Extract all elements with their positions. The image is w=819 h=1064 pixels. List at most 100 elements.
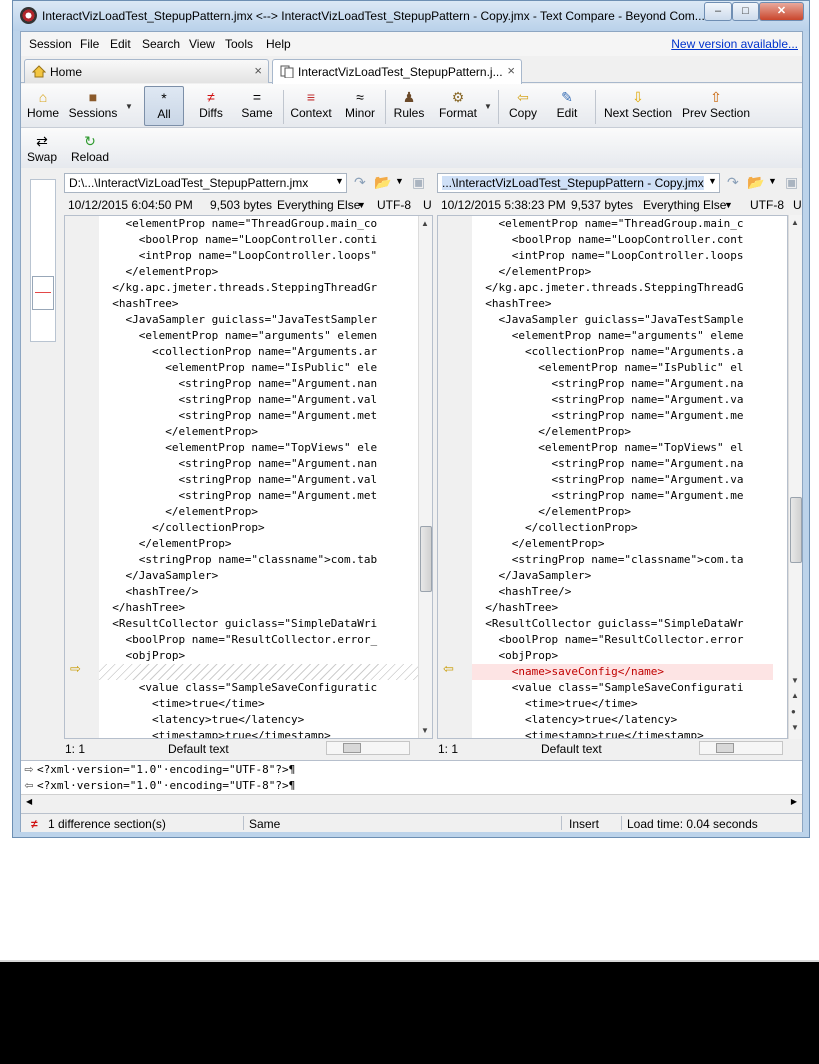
- left-code-pane[interactable]: ⇨ <elementProp name="ThreadGroup.main_co…: [64, 215, 433, 739]
- next-file-icon[interactable]: ↷: [727, 174, 739, 191]
- context-button[interactable]: ≡ Context: [287, 86, 335, 126]
- left-cursor-position: 1: 1: [65, 742, 86, 756]
- new-version-link[interactable]: New version available...: [671, 37, 798, 51]
- save-icon[interactable]: ▣: [412, 174, 425, 191]
- arrow-left-icon[interactable]: ⇦: [443, 661, 454, 677]
- menu-file[interactable]: File: [80, 37, 99, 51]
- chevron-down-icon[interactable]: ▼: [724, 200, 733, 210]
- menu-session[interactable]: Session: [29, 37, 72, 51]
- reload-button[interactable]: ↻ Reload: [69, 130, 111, 170]
- status-separator: [561, 816, 562, 830]
- same-filter-button[interactable]: = Same: [237, 86, 277, 126]
- scroll-left-icon[interactable]: ◀: [26, 797, 32, 806]
- code-line: </kg.apc.jmeter.threads.SteppingThreadG: [472, 281, 744, 294]
- code-line: </elementProp>: [99, 537, 232, 550]
- right-code-pane[interactable]: ⇦ <elementProp name="ThreadGroup.main_c …: [437, 215, 788, 739]
- code-line: <stringProp name="Argument.met: [99, 489, 378, 502]
- tab-close-icon[interactable]: ×: [254, 63, 262, 78]
- code-line: </elementProp>: [472, 265, 592, 278]
- secondary-toolbar: ⇄ Swap ↻ Reload: [21, 128, 802, 168]
- scroll-down-icon[interactable]: ▼: [421, 726, 429, 735]
- right-path-input[interactable]: ...\InteractVizLoadTest_StepupPattern - …: [437, 173, 720, 193]
- chevron-down-icon[interactable]: ▼: [768, 176, 777, 186]
- chevron-down-icon[interactable]: ▼: [395, 176, 404, 186]
- chevron-down-icon[interactable]: ▼: [708, 176, 717, 186]
- right-encoding[interactable]: UTF-8: [750, 198, 784, 212]
- line-details-pane[interactable]: ⇨ <?xml·version="1.0"·encoding="UTF-8"?>¶…: [21, 760, 802, 794]
- thumbnail-overview[interactable]: [30, 179, 56, 342]
- left-file-date: 10/12/2015 6:04:50 PM: [68, 198, 193, 212]
- left-horizontal-scrollbar[interactable]: [326, 741, 410, 755]
- scroll-right-icon[interactable]: ▶: [791, 797, 797, 806]
- left-scroll-thumb[interactable]: [420, 526, 432, 592]
- code-line: <hashTree/>: [472, 585, 572, 598]
- app-window: InteractVizLoadTest_StepupPattern.jmx <-…: [12, 0, 810, 838]
- tab-home[interactable]: Home ×: [24, 59, 269, 83]
- scroll-up-icon[interactable]: ▲: [421, 219, 429, 228]
- next-section-button[interactable]: ⇩ Next Section: [599, 86, 677, 126]
- edit-button[interactable]: ✎ Edit: [549, 86, 585, 126]
- rules-button[interactable]: ♟ Rules: [389, 86, 429, 126]
- detail-horizontal-scrollbar[interactable]: ◀ ▶: [21, 794, 802, 811]
- code-line: <hashTree>: [472, 297, 552, 310]
- load-time-status: Load time: 0.04 seconds: [627, 817, 758, 831]
- status-bar: ≠ 1 difference section(s) Same Insert Lo…: [21, 813, 802, 832]
- close-button[interactable]: ✕: [759, 2, 804, 21]
- code-line: <stringProp name="Argument.na: [472, 377, 744, 390]
- title-bar[interactable]: InteractVizLoadTest_StepupPattern.jmx <-…: [13, 1, 809, 31]
- code-line: </kg.apc.jmeter.threads.SteppingThreadGr: [99, 281, 378, 294]
- chevron-down-icon[interactable]: ▼: [335, 176, 344, 186]
- prev-diff-icon[interactable]: ▲: [791, 691, 799, 700]
- left-vertical-scrollbar[interactable]: ▲ ▼: [418, 216, 432, 738]
- text-compare-icon: [280, 65, 294, 78]
- tab-text-compare[interactable]: InteractVizLoadTest_StepupPattern.j... ×: [272, 59, 522, 84]
- menu-tools[interactable]: Tools: [225, 37, 253, 51]
- format-button[interactable]: ⚙ Format: [433, 86, 483, 126]
- tab-label: Home: [50, 65, 83, 79]
- scroll-down-icon[interactable]: ▼: [791, 676, 799, 685]
- code-line: </collectionProp>: [99, 521, 265, 534]
- menu-search[interactable]: Search: [142, 37, 180, 51]
- not-equal-icon: ≠: [31, 817, 38, 831]
- next-file-icon[interactable]: ↷: [354, 174, 366, 191]
- next-diff-icon[interactable]: ▼: [791, 723, 799, 732]
- thumbnail-viewport[interactable]: [32, 276, 54, 310]
- home-button[interactable]: ⌂ Home: [25, 86, 61, 126]
- minor-button[interactable]: ≈ Minor: [339, 86, 381, 126]
- open-folder-icon[interactable]: 📂: [747, 174, 764, 191]
- tab-close-icon[interactable]: ×: [507, 63, 515, 78]
- current-diff-icon[interactable]: ●: [791, 707, 796, 716]
- diffs-filter-button[interactable]: ≠ Diffs: [191, 86, 231, 126]
- copy-button[interactable]: ⇦ Copy: [503, 86, 543, 126]
- insert-mode-status: Insert: [569, 817, 600, 831]
- right-scroll-thumb[interactable]: [790, 497, 802, 563]
- menu-help[interactable]: Help: [266, 37, 291, 51]
- minimize-button[interactable]: –: [704, 2, 732, 21]
- chevron-down-icon[interactable]: ▼: [125, 102, 133, 111]
- chevron-down-icon[interactable]: ▼: [357, 200, 366, 210]
- asterisk-icon: *: [161, 90, 167, 106]
- code-line: <JavaSampler guiclass="JavaTestSample: [472, 313, 744, 326]
- sessions-button[interactable]: ■ Sessions: [65, 86, 121, 126]
- swap-button[interactable]: ⇄ Swap: [25, 130, 59, 170]
- left-hscroll-thumb[interactable]: [343, 743, 361, 753]
- right-horizontal-scrollbar[interactable]: [699, 741, 783, 755]
- menu-edit[interactable]: Edit: [110, 37, 131, 51]
- prev-section-button[interactable]: ⇧ Prev Section: [679, 86, 753, 126]
- chevron-down-icon[interactable]: ▼: [484, 102, 492, 111]
- left-filter-select[interactable]: Everything Else: [277, 198, 360, 212]
- open-folder-icon[interactable]: 📂: [374, 174, 391, 191]
- left-encoding[interactable]: UTF-8: [377, 198, 411, 212]
- save-icon[interactable]: ▣: [785, 174, 798, 191]
- all-filter-button[interactable]: * All: [144, 86, 184, 126]
- right-vertical-scrollbar[interactable]: ▲ ▼ ▲ ● ▼: [788, 215, 802, 739]
- code-line: <hashTree>: [99, 297, 179, 310]
- right-hscroll-thumb[interactable]: [716, 743, 734, 753]
- left-path-input[interactable]: D:\...\InteractVizLoadTest_StepupPattern…: [64, 173, 347, 193]
- edit-icon: ✎: [561, 89, 573, 105]
- menu-view[interactable]: View: [189, 37, 215, 51]
- arrow-right-icon[interactable]: ⇨: [70, 661, 81, 677]
- scroll-up-icon[interactable]: ▲: [791, 218, 799, 227]
- right-filter-select[interactable]: Everything Else: [643, 198, 726, 212]
- maximize-button[interactable]: □: [732, 2, 759, 21]
